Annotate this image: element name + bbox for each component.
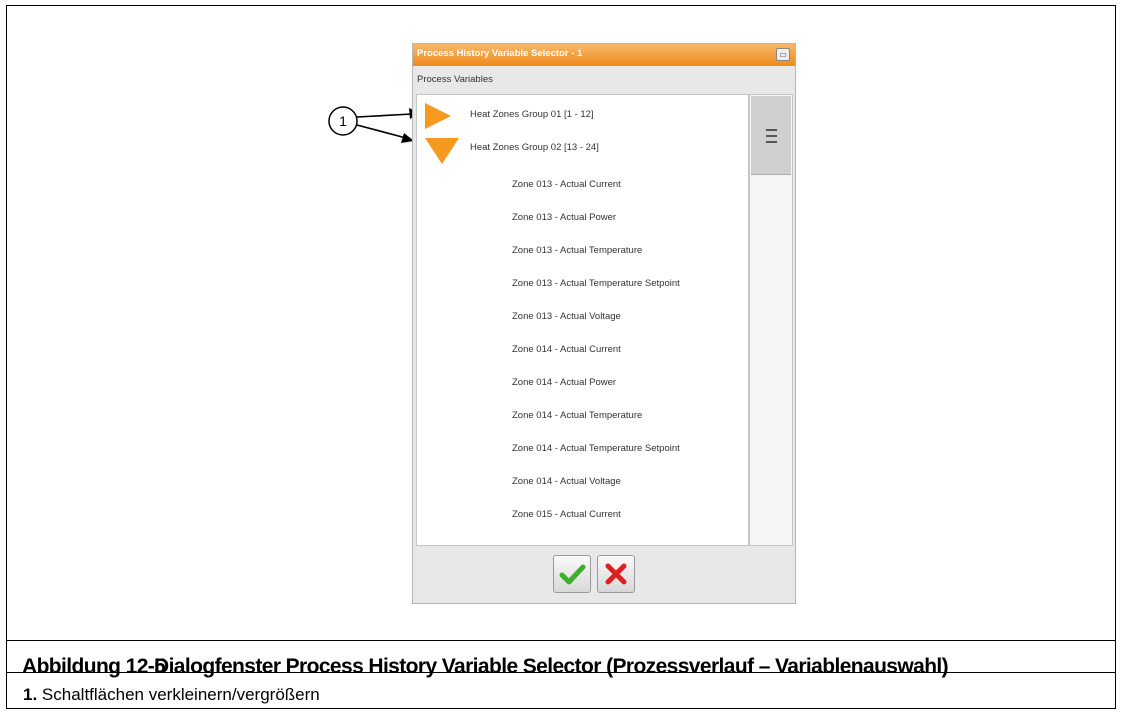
x-icon xyxy=(605,563,627,585)
callout-arrow-line xyxy=(356,124,407,139)
item-label: Zone 014 - Actual Temperature Setpoint xyxy=(512,443,680,454)
dialog-title: Process History Variable Selector - 1 xyxy=(417,48,583,59)
grip-icon xyxy=(766,129,777,131)
vertical-scrollbar[interactable] xyxy=(749,94,793,546)
item-label: Zone 015 - Actual Current xyxy=(512,509,621,520)
collapse-arrow-icon[interactable] xyxy=(425,138,459,164)
tree-item-row[interactable]: Zone 014 - Actual Temperature Setpoint xyxy=(417,439,748,459)
tree-group-row[interactable]: Heat Zones Group 01 [1 - 12] xyxy=(417,103,748,129)
grip-icon xyxy=(766,141,777,143)
caption-divider xyxy=(6,640,1116,641)
dialog-titlebar[interactable]: Process History Variable Selector - 1 ▭ xyxy=(413,44,795,66)
grip-icon xyxy=(766,135,777,137)
legend-number: 1. xyxy=(23,685,38,704)
scrollbar-thumb[interactable] xyxy=(751,96,791,175)
window-icon[interactable]: ▭ xyxy=(776,48,790,61)
cancel-button[interactable] xyxy=(597,555,635,593)
item-label: Zone 013 - Actual Power xyxy=(512,212,617,223)
variable-selector-dialog: Process History Variable Selector - 1 ▭ … xyxy=(412,43,796,604)
expand-arrow-icon[interactable] xyxy=(425,103,451,129)
tree-item-row[interactable]: Zone 013 - Actual Current xyxy=(417,175,748,195)
item-label: Zone 014 - Actual Power xyxy=(512,377,617,388)
tree-item-row[interactable]: Zone 014 - Actual Current xyxy=(417,340,748,360)
item-label: Zone 013 - Actual Current xyxy=(512,179,621,190)
callout-arrow-line xyxy=(356,113,413,118)
group-label: Heat Zones Group 01 [1 - 12] xyxy=(470,109,594,120)
tree-item-row[interactable]: Zone 014 - Actual Temperature xyxy=(417,406,748,426)
figure-title: Dialogfenster Process History Variable S… xyxy=(154,655,949,678)
section-label: Process Variables xyxy=(417,74,493,85)
variable-tree: Heat Zones Group 01 [1 - 12] Heat Zones … xyxy=(416,94,749,546)
tree-item-row[interactable]: Zone 014 - Actual Voltage xyxy=(417,472,748,492)
figure-number: Abbildung 12-5 xyxy=(22,655,166,678)
tree-item-row[interactable]: Zone 013 - Actual Temperature Setpoint xyxy=(417,274,748,294)
item-label: Zone 013 - Actual Temperature Setpoint xyxy=(512,278,680,289)
checkmark-icon xyxy=(559,564,586,585)
item-label: Zone 014 - Actual Current xyxy=(512,344,621,355)
group-label: Heat Zones Group 02 [13 - 24] xyxy=(470,142,599,153)
legend-item: 1. Schaltflächen verkleinern/vergrößern xyxy=(23,685,320,705)
tree-item-row[interactable]: Zone 013 - Actual Temperature xyxy=(417,241,748,261)
item-label: Zone 013 - Actual Temperature xyxy=(512,245,643,256)
figure-caption: Abbildung 12-5Dialogfenster Process Hist… xyxy=(22,655,949,679)
ok-button[interactable] xyxy=(553,555,591,593)
tree-item-row[interactable]: Zone 015 - Actual Current xyxy=(417,505,748,525)
tree-group-row[interactable]: Heat Zones Group 02 [13 - 24] xyxy=(417,138,748,164)
item-label: Zone 013 - Actual Voltage xyxy=(512,311,621,322)
callout-number: 1 xyxy=(339,113,347,129)
item-label: Zone 014 - Actual Voltage xyxy=(512,476,621,487)
tree-item-row[interactable]: Zone 014 - Actual Power xyxy=(417,373,748,393)
legend-text: Schaltflächen verkleinern/vergrößern xyxy=(41,685,320,704)
item-label: Zone 014 - Actual Temperature xyxy=(512,410,643,421)
tree-item-row[interactable]: Zone 013 - Actual Voltage xyxy=(417,307,748,327)
tree-item-row[interactable]: Zone 013 - Actual Power xyxy=(417,208,748,228)
